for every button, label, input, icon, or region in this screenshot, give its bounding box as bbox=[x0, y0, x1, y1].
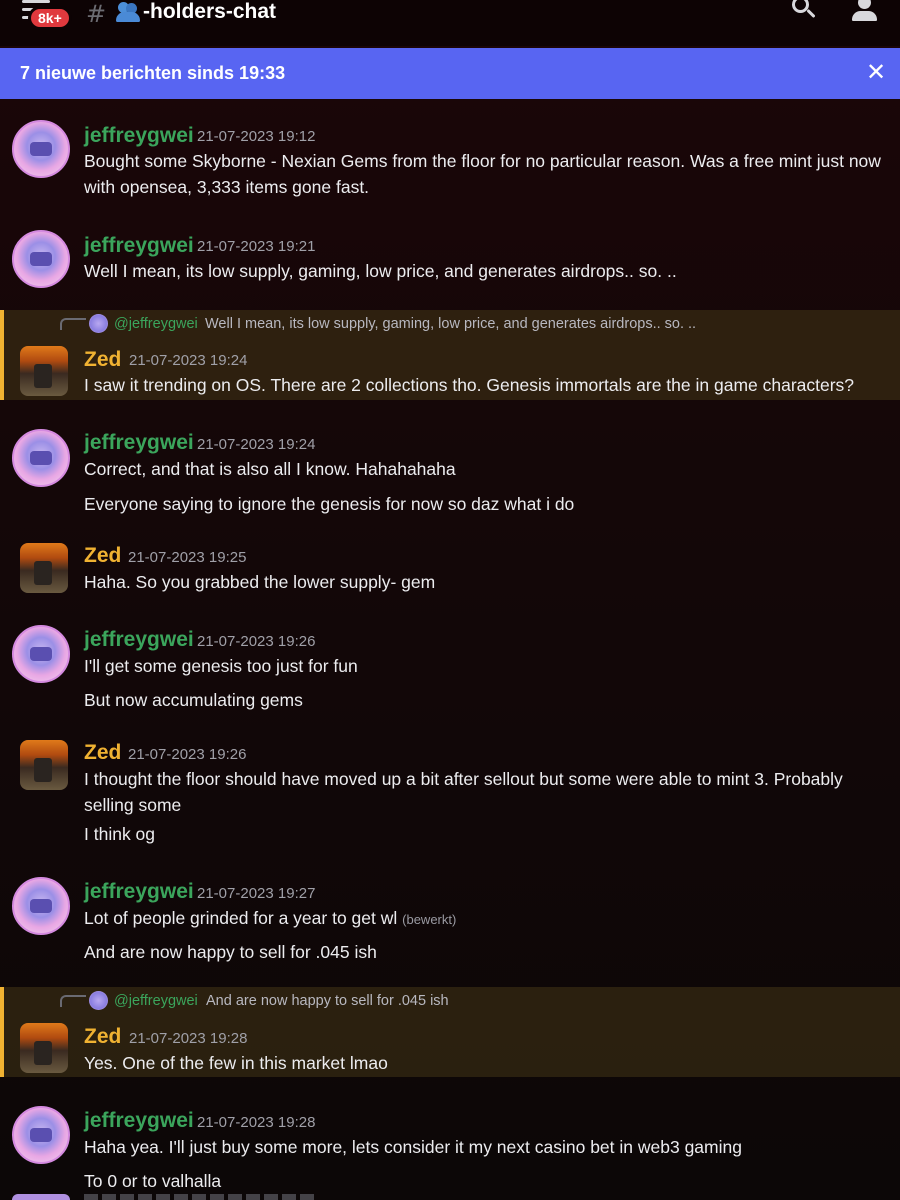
edited-tag: (bewerkt) bbox=[402, 912, 457, 927]
timestamp: 21-07-2023 19:26 bbox=[197, 633, 316, 650]
message-text: Lot of people grinded for a year to get … bbox=[84, 905, 456, 933]
unread-badge: 8k+ bbox=[28, 6, 72, 30]
avatar-cut-off bbox=[12, 1194, 70, 1200]
timestamp: 21-07-2023 19:25 bbox=[128, 549, 247, 566]
message-text: Yes. One of the few in this market lmao bbox=[84, 1053, 388, 1073]
avatar[interactable] bbox=[12, 625, 70, 683]
author-name[interactable]: jeffreygwei bbox=[84, 431, 194, 455]
author-name[interactable]: jeffreygwei bbox=[84, 234, 194, 258]
reply-connector bbox=[60, 318, 86, 330]
timestamp: 21-07-2023 19:27 bbox=[197, 885, 316, 902]
message-text: I'll get some genesis too just for fun bbox=[84, 656, 358, 676]
close-icon[interactable]: ✕ bbox=[866, 58, 886, 87]
hash-icon: # bbox=[86, 0, 107, 28]
members-icon[interactable] bbox=[850, 0, 880, 24]
channel-title[interactable]: -holders-chat bbox=[143, 0, 276, 24]
avatar[interactable] bbox=[12, 877, 70, 935]
message: jeffreygwei 21-07-2023 19:26 I'll get so… bbox=[0, 617, 900, 717]
timestamp: 21-07-2023 19:28 bbox=[129, 1030, 248, 1047]
message-text: I think og bbox=[84, 824, 156, 844]
message-text: And are now happy to sell for .045 ish bbox=[84, 942, 377, 962]
author-name[interactable]: Zed bbox=[84, 1025, 121, 1049]
avatar[interactable] bbox=[20, 740, 68, 790]
new-messages-banner[interactable]: 7 nieuwe berichten sinds 19:33 ✕ bbox=[0, 48, 900, 99]
message-cut-off bbox=[84, 1194, 314, 1200]
timestamp: 21-07-2023 19:12 bbox=[197, 128, 316, 145]
author-name[interactable]: jeffreygwei bbox=[84, 1109, 194, 1133]
timestamp: 21-07-2023 19:28 bbox=[197, 1114, 316, 1131]
message: jeffreygwei 21-07-2023 19:28 Haha yea. I… bbox=[0, 1098, 900, 1198]
avatar[interactable] bbox=[12, 1106, 70, 1164]
author-name[interactable]: Zed bbox=[84, 348, 121, 372]
message-text: Well I mean, its low supply, gaming, low… bbox=[84, 261, 677, 281]
author-name[interactable]: jeffreygwei bbox=[84, 880, 194, 904]
message-text: But now accumulating gems bbox=[84, 690, 303, 710]
timestamp: 21-07-2023 19:24 bbox=[197, 436, 316, 453]
channel-header: 8k+ # -holders-chat bbox=[0, 0, 900, 46]
message-text: I saw it trending on OS. There are 2 col… bbox=[84, 375, 855, 395]
avatar[interactable] bbox=[20, 1023, 68, 1073]
message-reply-highlighted: @jeffreygwei And are now happy to sell f… bbox=[0, 987, 900, 1077]
avatar[interactable] bbox=[12, 120, 70, 178]
reply-mention[interactable]: @jeffreygwei bbox=[114, 993, 198, 1009]
people-emoji-icon bbox=[116, 2, 140, 22]
avatar[interactable] bbox=[12, 429, 70, 487]
message-text: Bought some Skyborne - Nexian Gems from … bbox=[84, 151, 881, 171]
message: Zed 21-07-2023 19:25 Haha. So you grabbe… bbox=[0, 533, 900, 603]
search-icon[interactable] bbox=[790, 0, 816, 24]
message-reply-highlighted: @jeffreygwei Well I mean, its low supply… bbox=[0, 310, 900, 400]
message: jeffreygwei 21-07-2023 19:24 Correct, an… bbox=[0, 421, 900, 521]
reply-avatar bbox=[89, 991, 108, 1010]
timestamp: 21-07-2023 19:26 bbox=[128, 746, 247, 763]
message-text: Haha. So you grabbed the lower supply- g… bbox=[84, 572, 436, 592]
reply-preview[interactable]: And are now happy to sell for .045 ish bbox=[206, 993, 449, 1009]
timestamp: 21-07-2023 19:24 bbox=[129, 352, 248, 369]
message: jeffreygwei 21-07-2023 19:27 Lot of peop… bbox=[0, 869, 900, 969]
message: Zed 21-07-2023 19:26 I thought the floor… bbox=[0, 730, 900, 860]
author-name[interactable]: Zed bbox=[84, 544, 121, 568]
avatar[interactable] bbox=[20, 346, 68, 396]
reply-connector bbox=[60, 995, 86, 1007]
timestamp: 21-07-2023 19:21 bbox=[197, 238, 316, 255]
message-text: selling some bbox=[84, 795, 182, 815]
reply-preview[interactable]: Well I mean, its low supply, gaming, low… bbox=[205, 316, 696, 332]
message-text-content: Lot of people grinded for a year to get … bbox=[84, 908, 398, 928]
message-text: I thought the floor should have moved up… bbox=[84, 769, 843, 789]
message-text: with opensea, 3,333 items gone fast. bbox=[84, 177, 370, 197]
message-text: Haha yea. I'll just buy some more, lets … bbox=[84, 1137, 742, 1157]
avatar[interactable] bbox=[12, 230, 70, 288]
author-name[interactable]: jeffreygwei bbox=[84, 628, 194, 652]
message: jeffreygwei 21-07-2023 19:21 Well I mean… bbox=[0, 222, 900, 292]
message-text: Correct, and that is also all I know. Ha… bbox=[84, 459, 456, 479]
message-text: Everyone saying to ignore the genesis fo… bbox=[84, 494, 575, 514]
reply-avatar bbox=[89, 314, 108, 333]
message: jeffreygwei 21-07-2023 19:12 Bought some… bbox=[0, 112, 900, 202]
author-name[interactable]: jeffreygwei bbox=[84, 124, 194, 148]
reply-mention[interactable]: @jeffreygwei bbox=[114, 316, 198, 332]
author-name[interactable]: Zed bbox=[84, 741, 121, 765]
new-messages-text[interactable]: 7 nieuwe berichten sinds 19:33 bbox=[20, 63, 285, 84]
message-text: To 0 or to valhalla bbox=[84, 1171, 222, 1191]
avatar[interactable] bbox=[20, 543, 68, 593]
